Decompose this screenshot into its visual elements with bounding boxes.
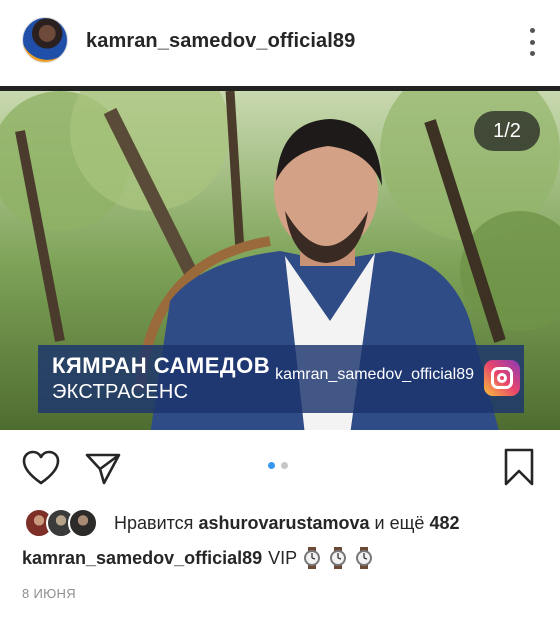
likes-user[interactable]: ashurovarustamova — [198, 513, 369, 534]
likes-count[interactable]: 482 — [429, 513, 459, 534]
carousel-dot-active — [268, 462, 275, 469]
caption-text: VIP — [268, 547, 298, 568]
video-lower-third: КЯМРАН САМЕДОВ ЭКСТРАСЕНС kamran_samedov… — [38, 345, 524, 413]
watch-icon — [304, 547, 321, 569]
liker-avatars — [24, 508, 102, 538]
likes-summary[interactable]: Нравится ashurovarustamova и ещё 482 — [24, 506, 460, 540]
post-header: kamran_samedov_official89 — [0, 0, 560, 86]
carousel-counter: 1/2 — [474, 111, 540, 151]
likes-middle: и ещё — [374, 512, 425, 533]
overlay-role: ЭКСТРАСЕНС — [52, 381, 189, 403]
more-options-icon[interactable] — [528, 28, 536, 56]
caption-author[interactable]: kamran_samedov_official89 — [22, 548, 262, 569]
instagram-logo-icon — [484, 360, 520, 396]
bookmark-icon[interactable] — [502, 447, 536, 487]
like-heart-icon[interactable] — [22, 450, 60, 486]
carousel-indicator — [268, 462, 288, 469]
carousel-dot — [281, 462, 288, 469]
post-username[interactable]: kamran_samedov_official89 — [86, 30, 355, 53]
watch-icon — [330, 547, 347, 569]
likes-prefix: Нравится — [114, 512, 194, 533]
overlay-name: КЯМРАН САМЕДОВ — [52, 353, 271, 378]
post-media[interactable]: 1/2 КЯМРАН САМЕДОВ ЭКСТРАСЕНС kamran_sam… — [0, 86, 560, 430]
post-caption: kamran_samedov_official89 VIP — [22, 547, 375, 569]
share-direct-icon[interactable] — [84, 450, 122, 486]
post-date: 8 ИЮНЯ — [22, 586, 76, 601]
profile-avatar[interactable] — [22, 17, 68, 63]
watch-icon — [356, 547, 373, 569]
liker-avatar — [68, 508, 98, 538]
overlay-handle: kamran_samedov_official89 — [275, 366, 474, 383]
post-actions — [0, 440, 560, 494]
